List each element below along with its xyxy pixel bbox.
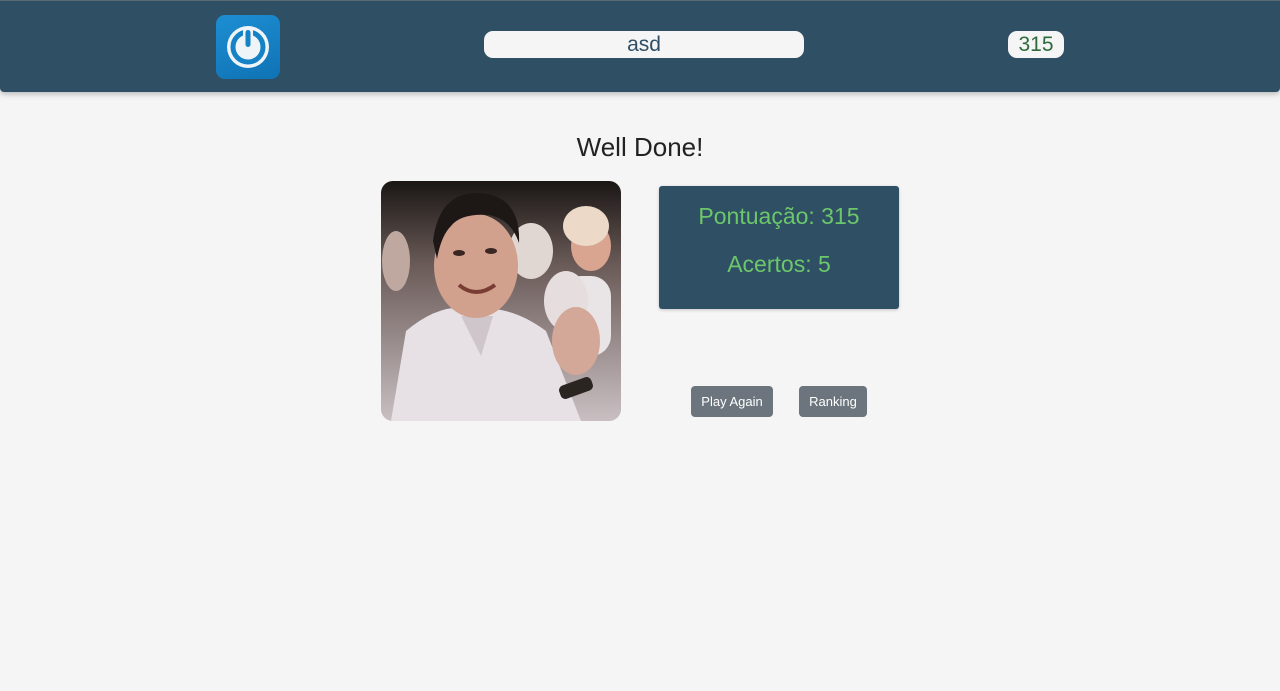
feedback-title: Well Done! xyxy=(576,132,704,162)
results-panel: Pontuação: 315 Acertos: 5 xyxy=(659,186,899,309)
ranking-button[interactable]: Ranking xyxy=(799,386,867,417)
score-result: Pontuação: 315 xyxy=(698,203,860,229)
power-button-icon[interactable] xyxy=(216,15,280,79)
score-badge: 315 xyxy=(1008,31,1064,58)
player-name-display: asd xyxy=(484,31,804,58)
play-again-button[interactable]: Play Again xyxy=(691,386,773,417)
app-header: asd 315 xyxy=(0,0,1280,92)
hits-result: Acertos: 5 xyxy=(727,251,831,277)
applauding-man-gif xyxy=(381,181,621,421)
